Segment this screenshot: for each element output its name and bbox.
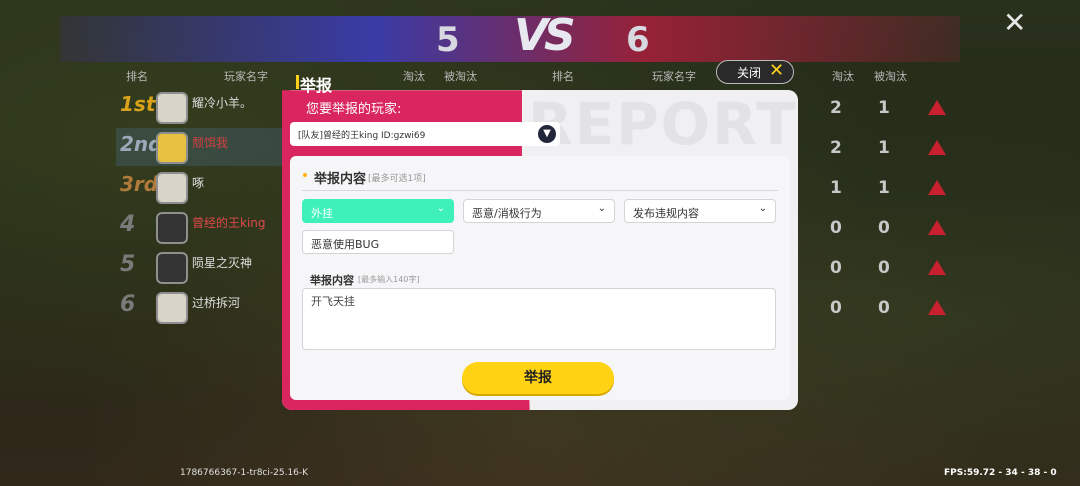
player-name: 耀冷小羊。 — [192, 96, 253, 110]
avatar — [156, 212, 188, 244]
header-rank: 排名 — [126, 70, 148, 83]
report-warning-icon[interactable] — [928, 100, 946, 115]
option-label: 发布违规内容 — [633, 207, 699, 220]
session-id: 1786766367-1-tr8ci-25.16-K — [180, 468, 309, 478]
section-title: 举报内容 — [314, 172, 367, 187]
submit-report-button[interactable]: 举报 — [462, 362, 614, 394]
report-content-panel: 举报内容 [最多可选1项] 外挂 ⌄ 恶意/消极行为 ⌄ 发布违规内容 ⌄ 恶意… — [290, 156, 790, 400]
selected-player: [队友]曾经的王king ID:gzwi69 — [298, 131, 426, 141]
chevron-down-icon: ⌄ — [436, 203, 445, 214]
player-name: 曾经的王king — [192, 216, 266, 230]
report-warning-icon[interactable] — [928, 300, 946, 315]
rank-label: 3rd — [120, 172, 159, 196]
deaths-value: 1 — [878, 98, 890, 118]
deaths-value: 1 — [878, 178, 890, 198]
player-name: 过桥拆河 — [192, 296, 241, 310]
option-label: 外挂 — [311, 207, 333, 220]
sub-option-bug[interactable]: 恶意使用BUG — [302, 230, 454, 254]
report-warning-icon[interactable] — [928, 220, 946, 235]
option-cheat[interactable]: 外挂 ⌄ — [302, 199, 454, 223]
option-violation[interactable]: 发布违规内容 ⌄ — [624, 199, 776, 223]
chevron-down-icon: ⌄ — [758, 203, 767, 214]
section-hint: [最多可选1项] — [368, 174, 426, 184]
avatar — [156, 92, 188, 124]
kills-value: 2 — [830, 98, 842, 118]
close-label: 关闭 — [737, 66, 762, 80]
kills-value: 2 — [830, 138, 842, 158]
report-warning-icon[interactable] — [928, 180, 946, 195]
avatar — [156, 292, 188, 324]
deaths-value: 0 — [878, 298, 890, 318]
avatar — [156, 132, 188, 164]
divider — [302, 190, 778, 191]
option-malicious[interactable]: 恶意/消极行为 ⌄ — [463, 199, 615, 223]
deaths-value: 0 — [878, 218, 890, 238]
kills-value: 0 — [830, 258, 842, 278]
close-icon[interactable]: ✕ — [1003, 6, 1026, 39]
header-deaths-right: 被淘汰 — [874, 70, 907, 83]
content-value: 开飞天挂 — [311, 295, 355, 308]
score-bar — [60, 16, 960, 62]
report-watermark: REPORT — [528, 90, 798, 158]
title-accent — [296, 75, 299, 89]
close-button[interactable]: 关闭 ✕ — [716, 60, 794, 84]
report-dialog: REPORT 举报 关闭 ✕ 您要举报的玩家: [队友]曾经的王king ID:… — [282, 60, 798, 410]
sub-option-label: 恶意使用BUG — [311, 238, 380, 251]
left-team-score: 5 — [436, 20, 460, 60]
player-select[interactable]: [队友]曾经的王king ID:gzwi69 ▼ — [290, 122, 560, 146]
option-label: 恶意/消极行为 — [472, 207, 542, 220]
player-name: 颓饵我 — [192, 136, 229, 150]
report-warning-icon[interactable] — [928, 260, 946, 275]
player-name: 啄 — [192, 176, 205, 190]
rank-label: 6 — [120, 292, 136, 317]
report-warning-icon[interactable] — [928, 140, 946, 155]
player-prompt: 您要举报的玩家: — [306, 102, 402, 117]
deaths-value: 0 — [878, 258, 890, 278]
rank-label: 4 — [120, 212, 136, 237]
right-team-score: 6 — [626, 20, 650, 60]
kills-value: 0 — [830, 218, 842, 238]
player-name: 陨星之灭神 — [192, 256, 253, 270]
kills-value: 0 — [830, 298, 842, 318]
deaths-value: 1 — [878, 138, 890, 158]
avatar — [156, 172, 188, 204]
content-label: 举报内容 — [310, 274, 354, 287]
header-kills-right: 淘汰 — [832, 70, 854, 83]
header-player-name: 玩家名字 — [224, 70, 268, 83]
vs-logo: VS — [514, 10, 576, 61]
fps-counter: FPS:59.72 - 34 - 38 - 0 — [944, 468, 1057, 478]
chevron-down-icon: ⌄ — [597, 203, 606, 214]
rank-label: 1st — [120, 92, 156, 116]
close-x-icon: ✕ — [769, 60, 785, 81]
rank-label: 5 — [120, 252, 136, 277]
section-dot — [303, 173, 307, 177]
content-hint: [最多输入140字] — [358, 275, 420, 284]
report-content-input[interactable]: 开飞天挂 — [302, 288, 776, 350]
avatar — [156, 252, 188, 284]
dialog-title: 举报 — [300, 76, 333, 95]
kills-value: 1 — [830, 178, 842, 198]
chevron-down-icon[interactable]: ▼ — [538, 125, 556, 143]
